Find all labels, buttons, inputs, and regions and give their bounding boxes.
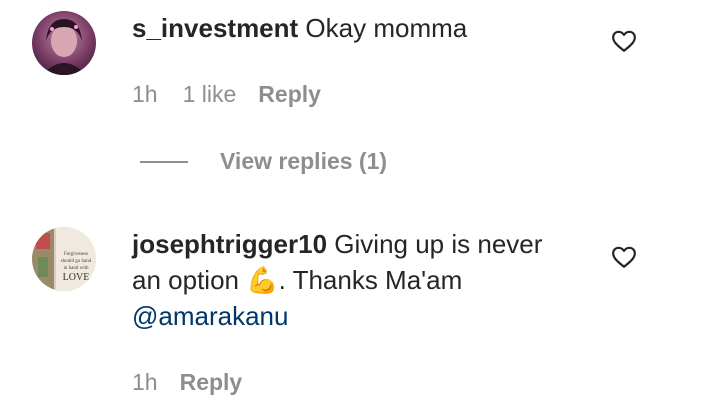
avatar-caption-line: Forgiveness (64, 252, 88, 257)
reply-button[interactable]: Reply (180, 369, 243, 396)
comment-username[interactable]: s_investment (132, 13, 298, 43)
comment-likes[interactable]: 1 like (183, 81, 237, 108)
comment-text: an option (132, 265, 247, 295)
view-replies-label: View replies (1) (220, 148, 388, 174)
comment-meta: 1h Reply (132, 369, 242, 396)
comment-text: Okay momma (305, 13, 468, 43)
avatar-caption-line: should go hand (61, 259, 92, 264)
like-button[interactable] (611, 244, 637, 270)
user-avatar-icon (32, 11, 96, 75)
comment-time: 1h (132, 369, 158, 395)
avatar[interactable] (32, 11, 96, 75)
user-avatar-icon: Forgiveness should go hand in hand with … (32, 227, 96, 291)
avatar[interactable]: Forgiveness should go hand in hand with … (32, 227, 96, 291)
view-replies-button[interactable]: View replies (1) (140, 148, 387, 175)
comment-text: . Thanks Ma'am (278, 265, 463, 295)
reply-button[interactable]: Reply (258, 81, 321, 108)
avatar-caption-line: LOVE (63, 272, 90, 283)
replies-divider (140, 160, 188, 163)
heart-outline-icon (612, 246, 636, 268)
comment-meta: 1h 1 like Reply (132, 81, 321, 108)
avatar-caption-line: in hand with (64, 266, 89, 271)
comment-body: josephtrigger10 Giving up is never an op… (132, 226, 592, 334)
comment-body: s_investment Okay momma (132, 10, 467, 46)
heart-outline-icon (612, 30, 636, 52)
comment-username[interactable]: josephtrigger10 (132, 229, 327, 259)
comment-text: Giving up is never (334, 229, 543, 259)
mention-link[interactable]: @amarakanu (132, 301, 288, 331)
comment-time: 1h (132, 81, 158, 107)
flexed-biceps-emoji: 💪 (246, 265, 279, 295)
like-button[interactable] (611, 28, 637, 54)
